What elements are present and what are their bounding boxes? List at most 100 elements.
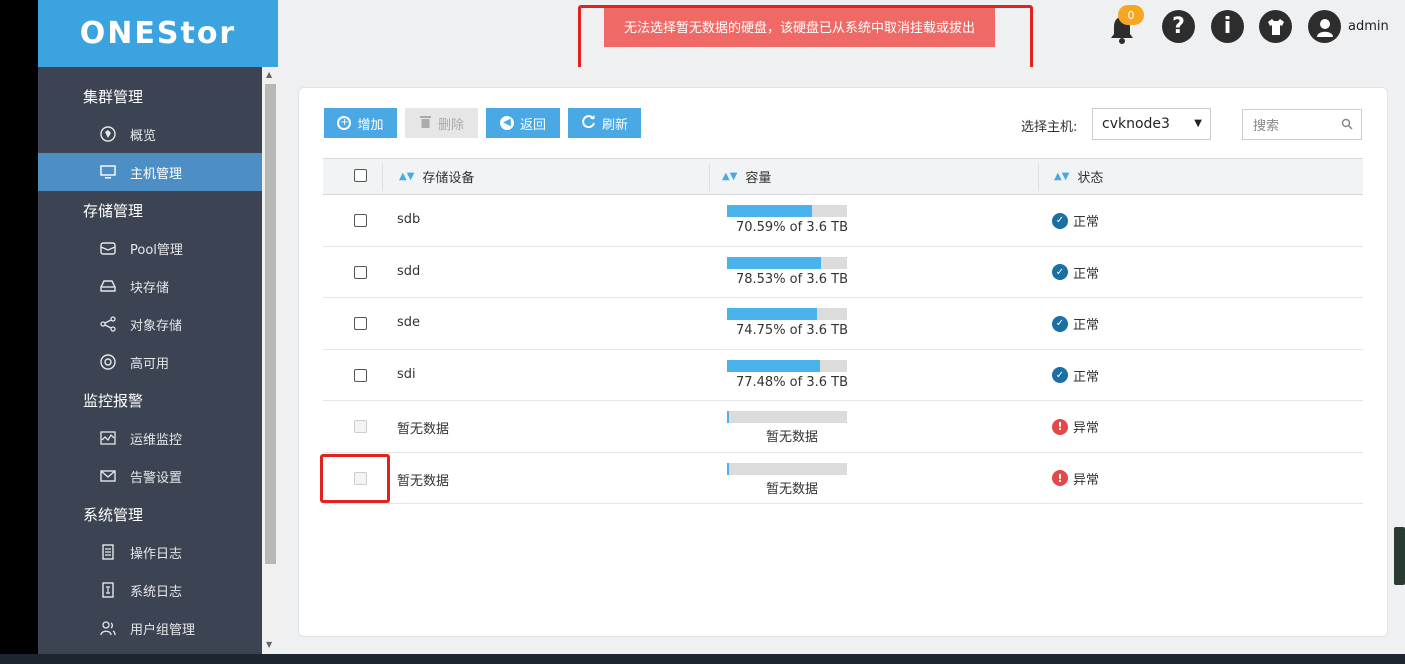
trash-icon [419,114,432,132]
column-header-capacity[interactable]: ▲▼ 容量 [722,159,771,194]
row-checkbox[interactable] [354,214,367,227]
drive-icon [98,277,118,295]
row-checkbox[interactable] [354,368,367,382]
logo: ONEStor [38,0,278,67]
refresh-button[interactable]: 刷新 [568,108,641,138]
sidebar-item-label: 用户组管理 [130,622,196,638]
highlight-frame-checkbox [320,454,390,503]
sidebar-item-label: Pool管理 [130,242,183,258]
capacity-bar-fill [727,256,822,269]
capacity-bar [727,462,847,475]
sidebar-item-host-management[interactable]: 主机管理 [38,153,262,191]
host-select-label: 选择主机: [1021,120,1078,135]
users-icon [98,619,118,637]
column-divider [1038,163,1039,191]
search-icon[interactable] [1341,118,1353,130]
sidebar-group-system: 系统管理 [83,505,144,524]
sidebar-scrollbar[interactable]: ▲ ▼ [262,67,278,654]
column-divider [709,163,710,191]
user-name[interactable]: admin [1348,19,1389,34]
sidebar-item-system-log[interactable]: 系统日志 [38,571,262,609]
capacity-bar-fill [727,308,817,320]
device-name: 暂无数据 [397,422,450,437]
add-button[interactable]: + 增加 [324,108,397,138]
device-name: sdd [397,263,421,279]
capacity-bar [727,308,847,320]
column-header-device-label: 存储设备 [422,171,475,186]
sidebar-item-operation-log[interactable]: 操作日志 [38,533,262,571]
table-row[interactable]: sdb 70.59% of 3.6 TB ✓ 正常 [323,195,1363,247]
sidebar-item-label: 主机管理 [130,166,183,182]
sidebar-item-block-storage[interactable]: 块存储 [38,267,262,305]
status-text: 正常 [1073,266,1100,282]
sidebar-item-label: 概览 [130,128,157,144]
device-name: 暂无数据 [397,473,450,489]
row-checkbox[interactable] [354,265,367,279]
status-badge: ✓ 正常 [1052,211,1099,230]
logo-text: ONEStor [79,16,237,51]
refresh-icon [581,114,596,133]
notification-badge: 0 [1118,5,1144,25]
info-icon[interactable]: i [1211,10,1244,43]
sidebar-item-overview[interactable]: 概览 [38,115,262,153]
select-all-checkbox[interactable] [354,169,367,182]
scroll-up-icon[interactable]: ▲ [266,70,272,79]
table-body: sdb 70.59% of 3.6 TB ✓ 正常 sdd 78.53% of 3.6 T… [323,195,1363,504]
error-circle-icon: ! [1052,418,1068,435]
back-label: 返回 [519,117,546,133]
scroll-down-icon[interactable]: ▼ [266,640,272,649]
table-row[interactable]: sdd 78.53% of 3.6 TB ✓ 正常 [323,247,1363,298]
host-select[interactable]: cvknode3 ▼ [1092,108,1211,140]
shirt-icon[interactable] [1259,10,1292,43]
column-header-capacity-label: 容量 [745,171,772,186]
table-row[interactable]: sdi 77.48% of 3.6 TB ✓ 正常 [323,350,1363,401]
status-text: 异常 [1073,421,1100,436]
delete-button[interactable]: 删除 [405,108,478,138]
error-circle-icon: ! [1052,470,1068,486]
highlight-frame-alert [578,5,1033,70]
sidebar-item-user-groups[interactable]: 用户组管理 [38,609,262,647]
search-placeholder: 搜索 [1253,119,1280,134]
box-icon [98,239,118,257]
check-circle-icon: ✓ [1052,367,1068,383]
share-icon [98,315,118,333]
table-row[interactable]: sde 74.75% of 3.6 TB ✓ 正常 [323,298,1363,350]
sidebar-item-object-storage[interactable]: 对象存储 [38,305,262,343]
globe-icon [98,125,118,143]
sidebar-item-ops-monitor[interactable]: 运维监控 [38,419,262,457]
sidebar-item-label: 块存储 [130,280,170,296]
capacity-text: 74.75% of 3.6 TB [735,323,849,338]
status-text: 正常 [1073,369,1100,385]
check-circle-icon: ✓ [1052,315,1068,332]
sort-icon: ▲▼ [722,171,738,182]
column-header-status[interactable]: ▲▼ 状态 [1054,159,1103,194]
scroll-thumb[interactable] [265,84,276,564]
refresh-label: 刷新 [601,117,628,133]
pulse-icon [98,429,118,447]
back-button[interactable]: ◀ 返回 [486,108,560,138]
sidebar-group-monitoring: 监控报警 [83,391,144,410]
device-name: sde [397,315,421,330]
capacity-bar-fill [727,462,729,475]
table-row[interactable]: 暂无数据 暂无数据! 异常 [323,401,1363,453]
side-widget [1394,527,1405,585]
status-text: 正常 [1073,318,1100,333]
check-circle-icon: ✓ [1052,264,1068,280]
table-row[interactable]: 暂无数据 暂无数据! 异常 [323,453,1363,504]
search-input[interactable]: 搜索 [1242,109,1362,140]
help-icon[interactable]: ? [1162,10,1195,43]
sidebar-item-alarm-settings[interactable]: 告警设置 [38,457,262,495]
sidebar-item-pool[interactable]: Pool管理 [38,229,262,267]
device-name: sdi [397,366,416,382]
capacity-text: 77.48% of 3.6 TB [735,374,849,390]
back-arrow-icon: ◀ [499,116,514,130]
sidebar-item-high-availability[interactable]: 高可用 [38,343,262,381]
sidebar-item-label: 对象存储 [130,318,183,334]
column-header-device[interactable]: ▲▼ 存储设备 [399,159,474,194]
capacity-bar-fill [727,411,729,423]
table-header: ▲▼ 存储设备 ▲▼ 容量 ▲▼ 状态 [323,158,1363,195]
sort-icon: ▲▼ [399,171,415,182]
row-checkbox[interactable] [354,317,367,330]
sidebar-group-storage: 存储管理 [83,201,144,220]
user-avatar-icon[interactable] [1308,10,1341,43]
